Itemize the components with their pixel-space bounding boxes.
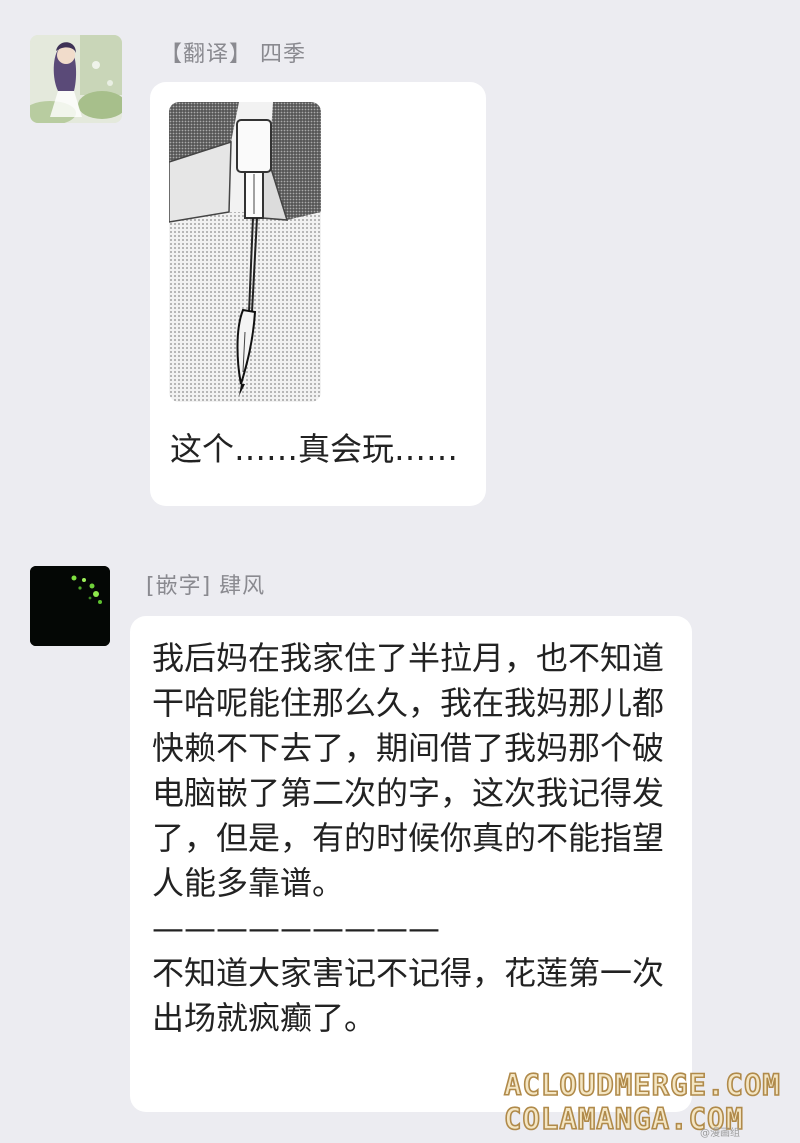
sender-name: 【翻译】 四季	[160, 42, 306, 67]
fountain-pen-icon	[169, 102, 321, 402]
sender-avatar[interactable]	[30, 35, 122, 123]
message-bubble[interactable]: 我后妈在我家住了半拉月，也不知道干哈呢能住那么久，我在我妈那儿都快赖不下去了，期…	[130, 616, 692, 1112]
watermark-small: @漫画组	[700, 1128, 740, 1139]
sender-avatar[interactable]	[30, 566, 110, 646]
illustrated-character-avatar-icon	[30, 35, 122, 123]
message-text: 我后妈在我家住了半拉月，也不知道干哈呢能住那么久，我在我妈那儿都快赖不下去了，期…	[152, 639, 665, 1037]
fountain-pen-manga-panel-image[interactable]	[169, 102, 321, 402]
message-text: 这个……真会玩……	[170, 430, 459, 468]
sender-name: [嵌字] 肆风	[146, 574, 266, 599]
message-bubble[interactable]: 这个……真会玩……	[150, 82, 486, 506]
watermark-line: ACLOUDMERGE.COM	[503, 1067, 781, 1103]
dark-green-sparkle-avatar-icon	[30, 566, 110, 646]
